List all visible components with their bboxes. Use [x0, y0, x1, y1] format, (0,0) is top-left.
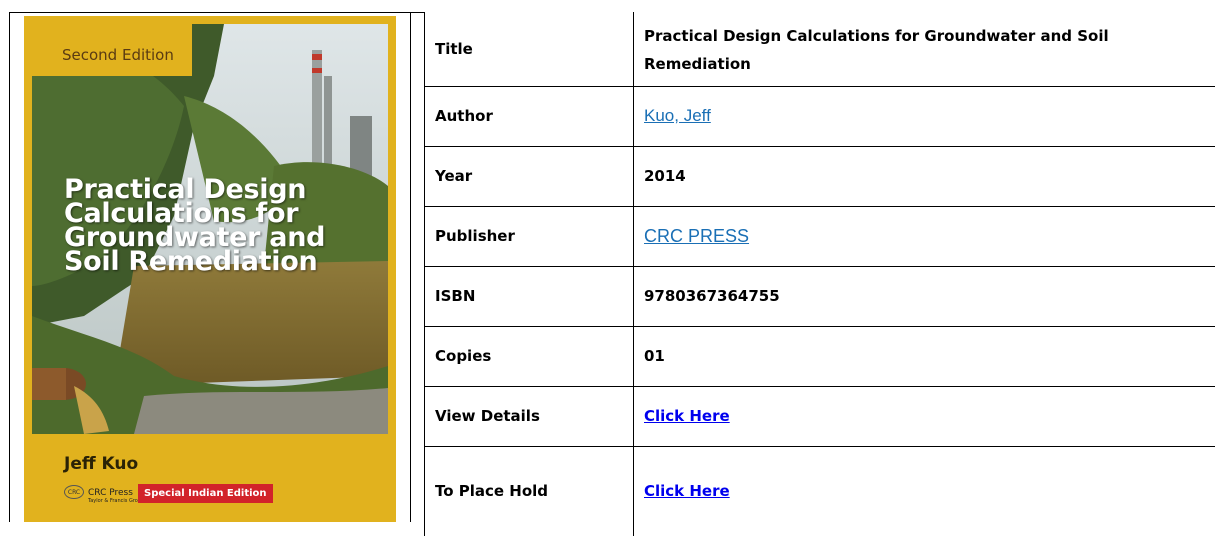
year-value: 2014	[634, 146, 1215, 206]
row-label: Author	[425, 86, 634, 146]
table-row: Author Kuo, Jeff	[425, 86, 1215, 146]
place-hold-link[interactable]: Click Here	[644, 482, 730, 500]
table-row: To Place Hold Click Here	[425, 446, 1215, 536]
table-row: Publisher CRC PRESS	[425, 206, 1215, 266]
row-label: ISBN	[425, 266, 634, 326]
cover-author: Jeff Kuo	[64, 454, 138, 474]
cover-press-name: CRC Press	[88, 488, 144, 498]
view-details-link[interactable]: Click Here	[644, 407, 730, 425]
table-row: Title Practical Design Calculations for …	[425, 12, 1215, 86]
author-cell: Kuo, Jeff	[634, 86, 1215, 146]
cover-title: Practical Design Calculations for Ground…	[64, 178, 394, 274]
table-row: ISBN 9780367364755	[425, 266, 1215, 326]
book-details-table: Title Practical Design Calculations for …	[424, 12, 1215, 536]
table-row: Year 2014	[425, 146, 1215, 206]
author-link[interactable]: Kuo, Jeff	[644, 106, 711, 125]
cover-press-sub: Taylor & Francis Group	[88, 498, 144, 504]
isbn-value: 9780367364755	[634, 266, 1215, 326]
row-label: To Place Hold	[425, 446, 634, 536]
cover-edition-label: Second Edition	[32, 34, 192, 76]
publisher-link[interactable]: CRC PRESS	[644, 226, 749, 246]
row-label: Copies	[425, 326, 634, 386]
table-row: Copies 01	[425, 326, 1215, 386]
row-label: Title	[425, 12, 634, 86]
cover-publisher: CRC Press Taylor & Francis Group	[88, 488, 144, 504]
cover-title-line: Soil Remediation	[64, 250, 394, 274]
book-cover-image: Second Edition Practical Design Calculat…	[24, 16, 396, 522]
place-hold-cell: Click Here	[634, 446, 1215, 536]
title-value: Practical Design Calculations for Ground…	[634, 12, 1215, 86]
view-details-cell: Click Here	[634, 386, 1215, 446]
row-label: Year	[425, 146, 634, 206]
row-label: Publisher	[425, 206, 634, 266]
special-edition-badge: Special Indian Edition	[138, 484, 273, 503]
table-row: View Details Click Here	[425, 386, 1215, 446]
publisher-cell: CRC PRESS	[634, 206, 1215, 266]
row-label: View Details	[425, 386, 634, 446]
copies-value: 01	[634, 326, 1215, 386]
crc-press-logo-icon: CRC	[64, 485, 84, 499]
table-top-border	[410, 12, 424, 13]
